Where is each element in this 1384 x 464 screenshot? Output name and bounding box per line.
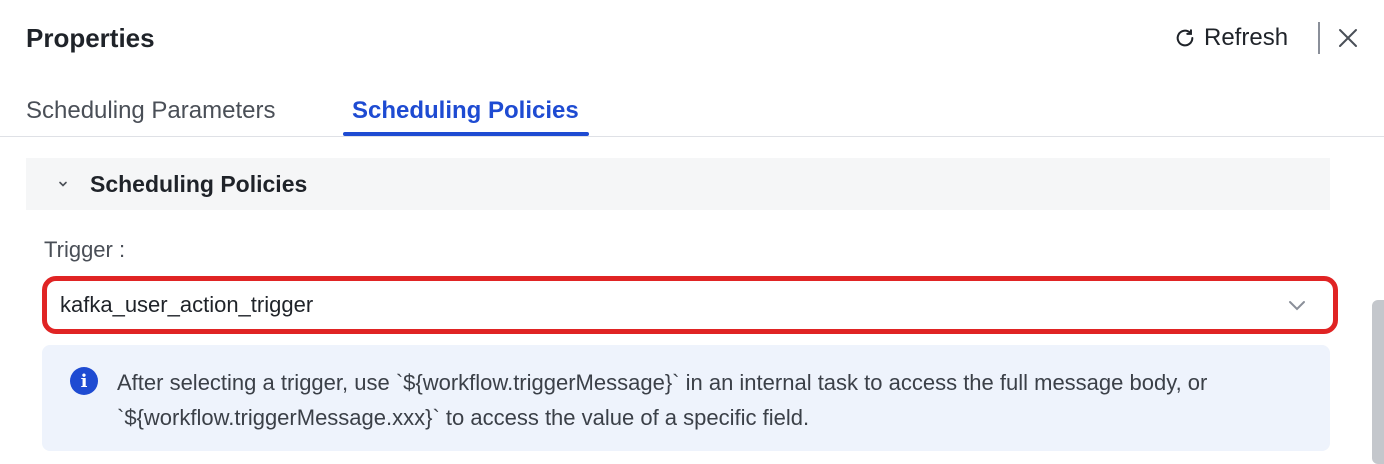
info-text: After selecting a trigger, use `${workfl… — [117, 370, 1208, 430]
panel-title: Properties — [26, 23, 155, 53]
scrollbar[interactable] — [1372, 300, 1384, 464]
info-icon: i — [70, 367, 98, 395]
refresh-icon — [1174, 27, 1196, 49]
tab-scheduling-parameters[interactable]: Scheduling Parameters — [26, 96, 275, 126]
trigger-select-value: kafka_user_action_trigger — [60, 292, 314, 317]
section-header-scheduling-policies[interactable]: Scheduling Policies — [26, 158, 1330, 210]
trigger-label: Trigger : — [44, 237, 126, 262]
close-button[interactable] — [1336, 26, 1360, 50]
refresh-label: Refresh — [1204, 24, 1289, 51]
header-divider — [1318, 22, 1320, 54]
chevron-down-icon — [1289, 301, 1305, 311]
close-icon — [1339, 29, 1357, 47]
section-title: Scheduling Policies — [90, 170, 308, 197]
tab-scheduling-policies[interactable]: Scheduling Policies — [352, 96, 579, 126]
info-banner: i After selecting a trigger, use `${work… — [42, 345, 1330, 451]
trigger-select[interactable]: kafka_user_action_trigger — [48, 282, 1332, 328]
chevron-down-icon — [59, 181, 67, 187]
active-tab-indicator — [343, 132, 589, 136]
tab-bar: Scheduling Parameters Scheduling Policie… — [0, 88, 1384, 137]
properties-panel: Properties Refresh Scheduling Parameters… — [0, 0, 1384, 464]
refresh-button[interactable]: Refresh — [1174, 22, 1288, 54]
